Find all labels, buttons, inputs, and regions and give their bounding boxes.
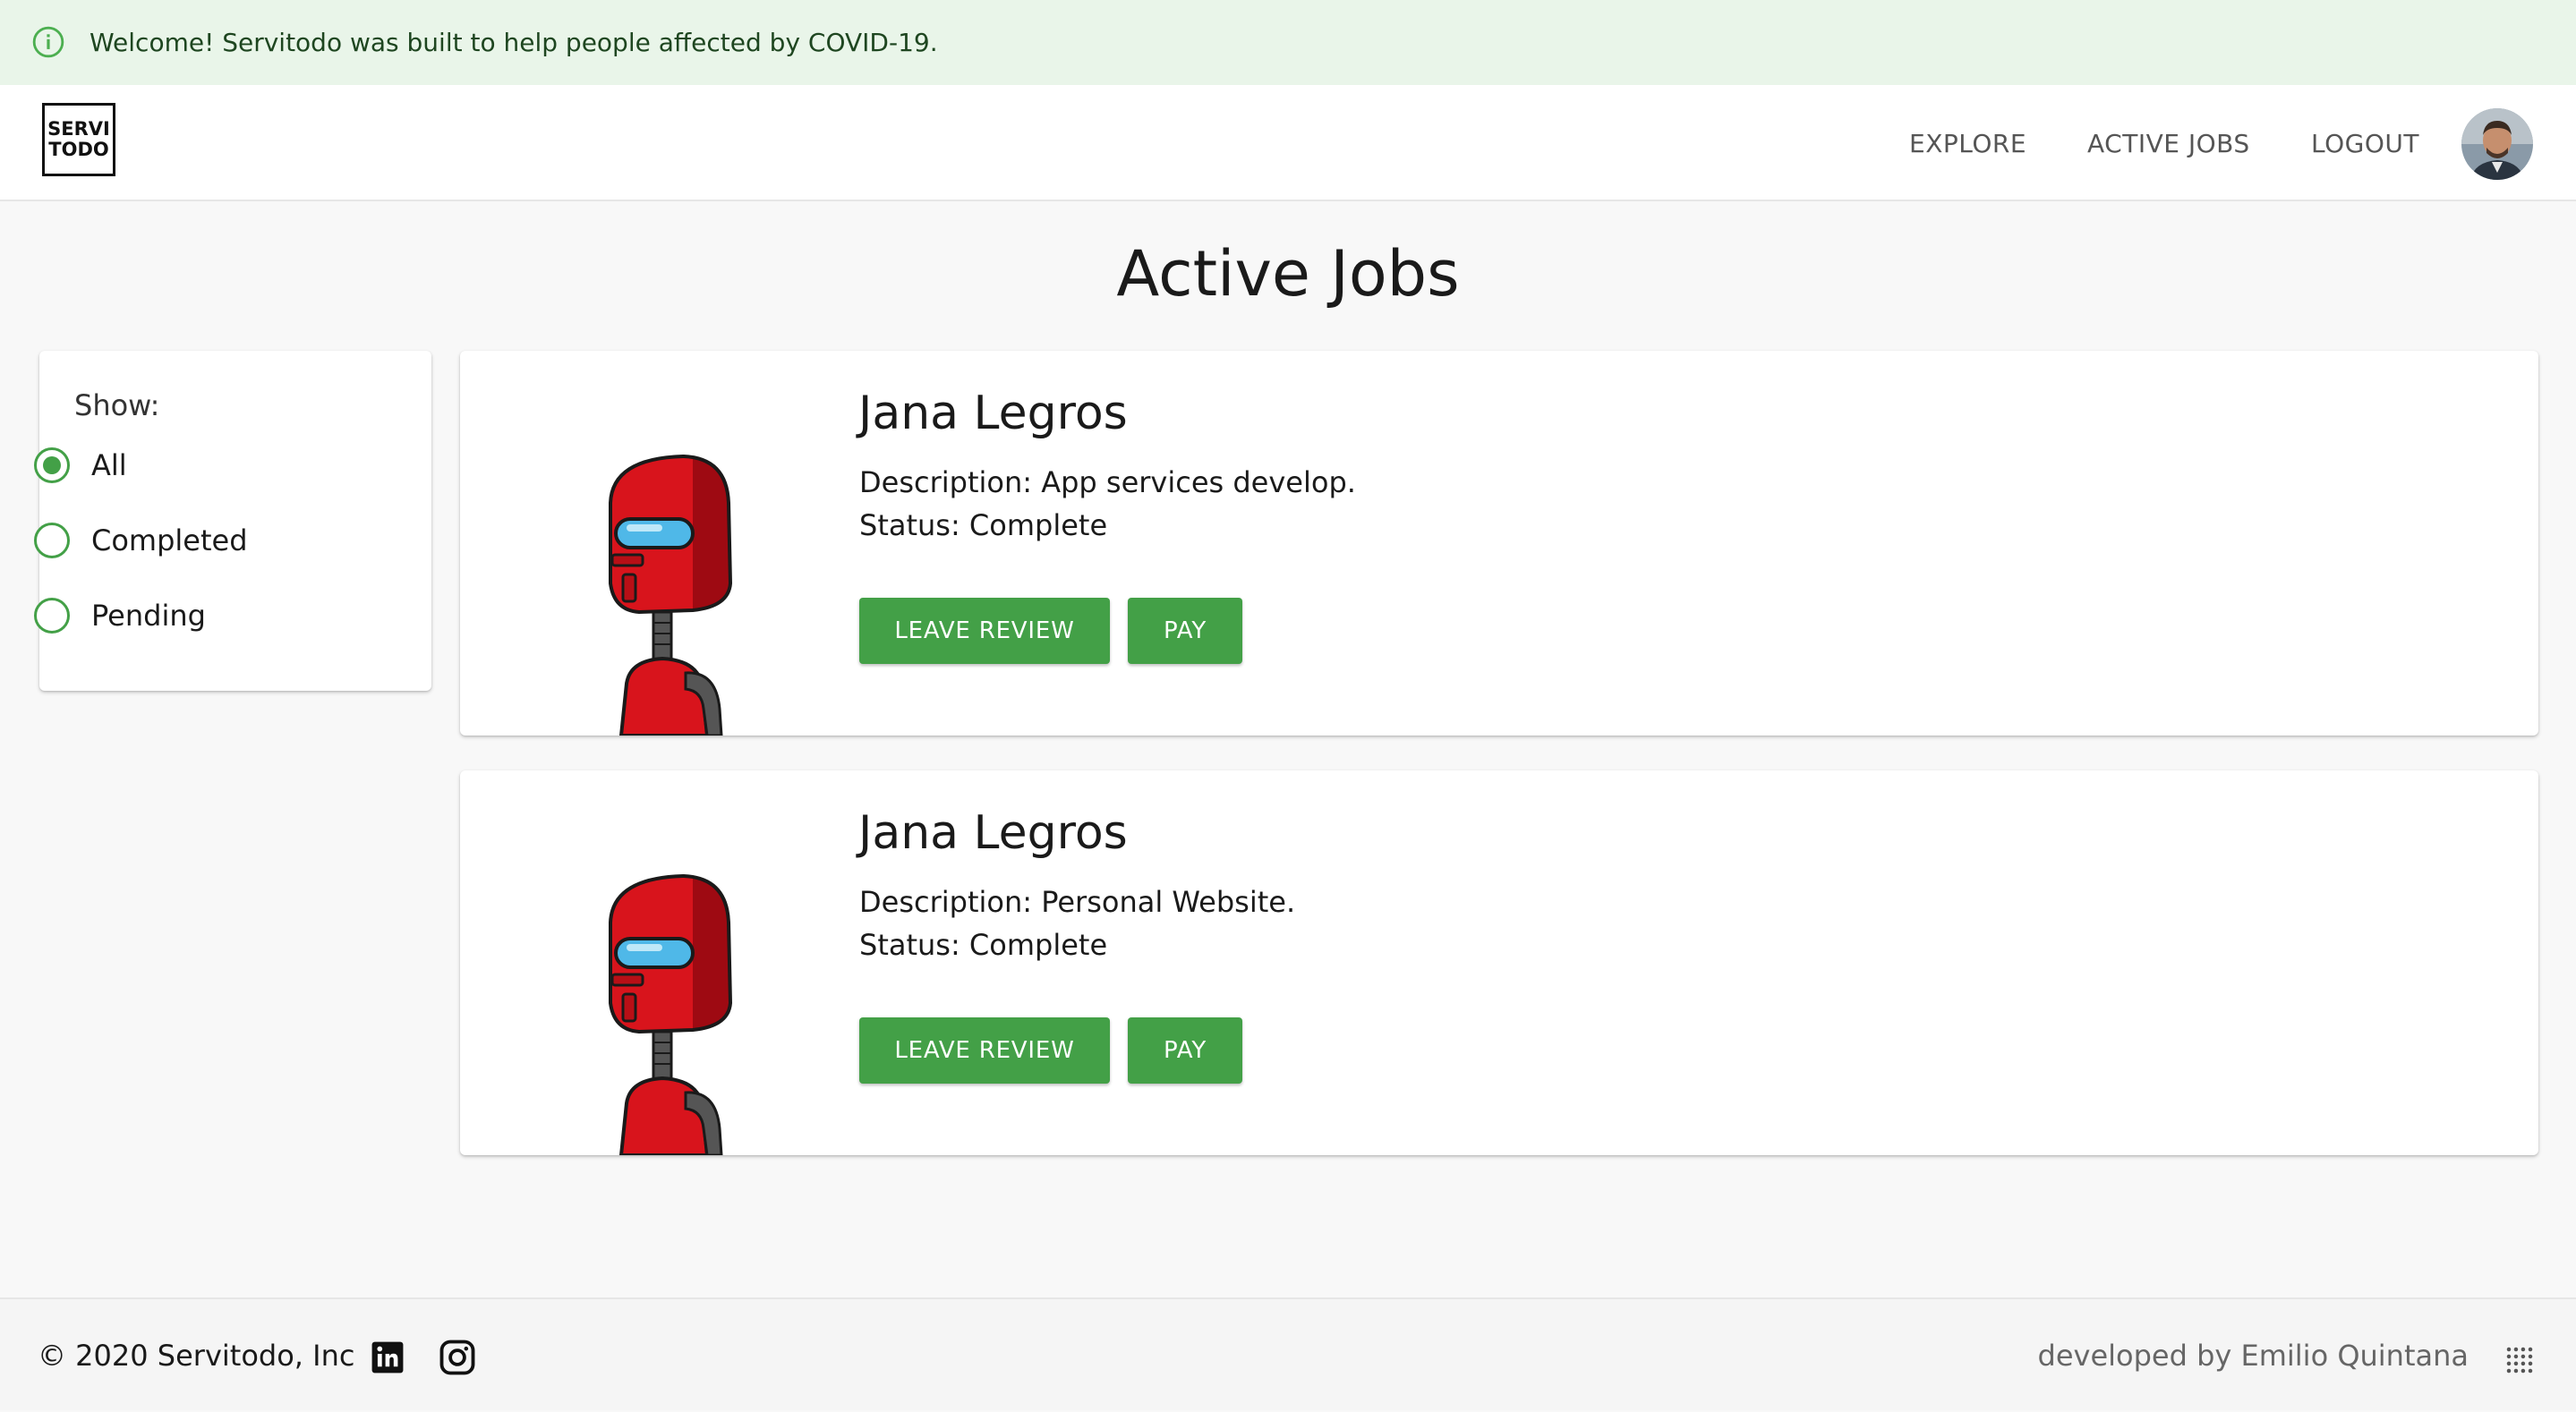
job-card: Jana Legros Description: App services de… (460, 351, 2538, 736)
welcome-banner: Welcome! Servitodo was built to help peo… (0, 0, 2576, 85)
filter-option-all[interactable]: All (34, 447, 127, 483)
logo-line-1: SERVI (47, 118, 110, 140)
banner-message: Welcome! Servitodo was built to help peo… (90, 28, 938, 57)
page-title: Active Jobs (1116, 237, 1460, 310)
job-status: Status: Complete (859, 508, 1108, 542)
leave-review-button[interactable]: LEAVE REVIEW (859, 1017, 1110, 1084)
filter-option-completed[interactable]: Completed (34, 523, 248, 558)
pay-button[interactable]: PAY (1128, 598, 1242, 664)
job-description: Description: App services develop. (859, 465, 1356, 499)
filter-label: Show: (74, 388, 160, 422)
pay-button[interactable]: PAY (1128, 1017, 1242, 1084)
job-status: Status: Complete (859, 928, 1108, 962)
job-description: Description: Personal Website. (859, 885, 1296, 919)
filter-panel: Show: (39, 351, 431, 691)
job-name: Jana Legros (858, 806, 1128, 860)
red-robot-illustration (609, 873, 733, 1155)
radio-unchecked-icon[interactable] (34, 523, 70, 558)
filter-option-label: All (91, 448, 127, 482)
servitodo-logo[interactable]: SERVI TODO (42, 103, 115, 176)
nav-logout[interactable]: LOGOUT (2311, 85, 2419, 201)
radio-checked-icon[interactable] (34, 447, 70, 483)
user-avatar[interactable] (2461, 108, 2533, 180)
linkedin-icon[interactable] (371, 1340, 405, 1374)
job-name: Jana Legros (858, 387, 1128, 440)
logo-line-2: TODO (48, 139, 109, 160)
nav-explore[interactable]: EXPLORE (1909, 85, 2026, 201)
filter-option-pending[interactable]: Pending (34, 598, 206, 634)
nav-active-jobs[interactable]: ACTIVE JOBS (2087, 85, 2250, 201)
red-robot-illustration (609, 454, 733, 736)
job-card: Jana Legros Description: Personal Websit… (460, 770, 2538, 1155)
avatar-photo (2461, 108, 2533, 180)
filter-option-label: Pending (91, 599, 206, 633)
copyright-text: © 2020 Servitodo, Inc (38, 1339, 355, 1373)
leave-review-button[interactable]: LEAVE REVIEW (859, 598, 1110, 664)
radio-unchecked-icon[interactable] (34, 598, 70, 634)
footer: © 2020 Servitodo, Inc developed by Emili… (0, 1297, 2576, 1410)
developer-credit: developed by Emilio Quintana (2037, 1339, 2469, 1373)
instagram-icon[interactable] (439, 1339, 476, 1376)
dots-grid-icon (2506, 1347, 2533, 1374)
top-navbar: SERVI TODO EXPLORE ACTIVE JOBS LOGOUT (0, 85, 2576, 201)
info-icon (32, 26, 64, 58)
filter-option-label: Completed (91, 523, 248, 557)
